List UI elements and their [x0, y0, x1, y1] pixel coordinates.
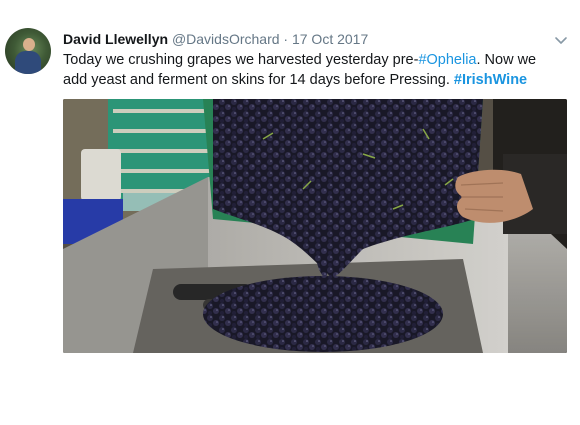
separator: · — [283, 31, 289, 47]
tweet-card: David Llewellyn @DavidsOrchard · 17 Oct … — [0, 0, 580, 425]
tweet-media-photo[interactable] — [63, 99, 567, 353]
tweet-date[interactable]: 17 Oct 2017 — [292, 31, 368, 47]
hashtag-irishwine[interactable]: #IrishWine — [454, 72, 527, 88]
tweet-text-part1: Today we crushing grapes we harvested ye… — [63, 52, 419, 68]
tweet-header: David Llewellyn @DavidsOrchard · 17 Oct … — [63, 31, 368, 47]
chevron-down-icon[interactable] — [552, 31, 570, 49]
hashtag-ophelia[interactable]: #Ophelia — [418, 52, 476, 68]
tweet-text: Today we crushing grapes we harvested ye… — [63, 51, 563, 90]
author-handle[interactable]: @DavidsOrchard — [172, 31, 280, 47]
author-name[interactable]: David Llewellyn — [63, 31, 168, 47]
grape-crushing-photo — [63, 99, 567, 353]
avatar[interactable] — [5, 28, 51, 74]
avatar-body — [15, 51, 41, 74]
avatar-head — [23, 38, 35, 51]
